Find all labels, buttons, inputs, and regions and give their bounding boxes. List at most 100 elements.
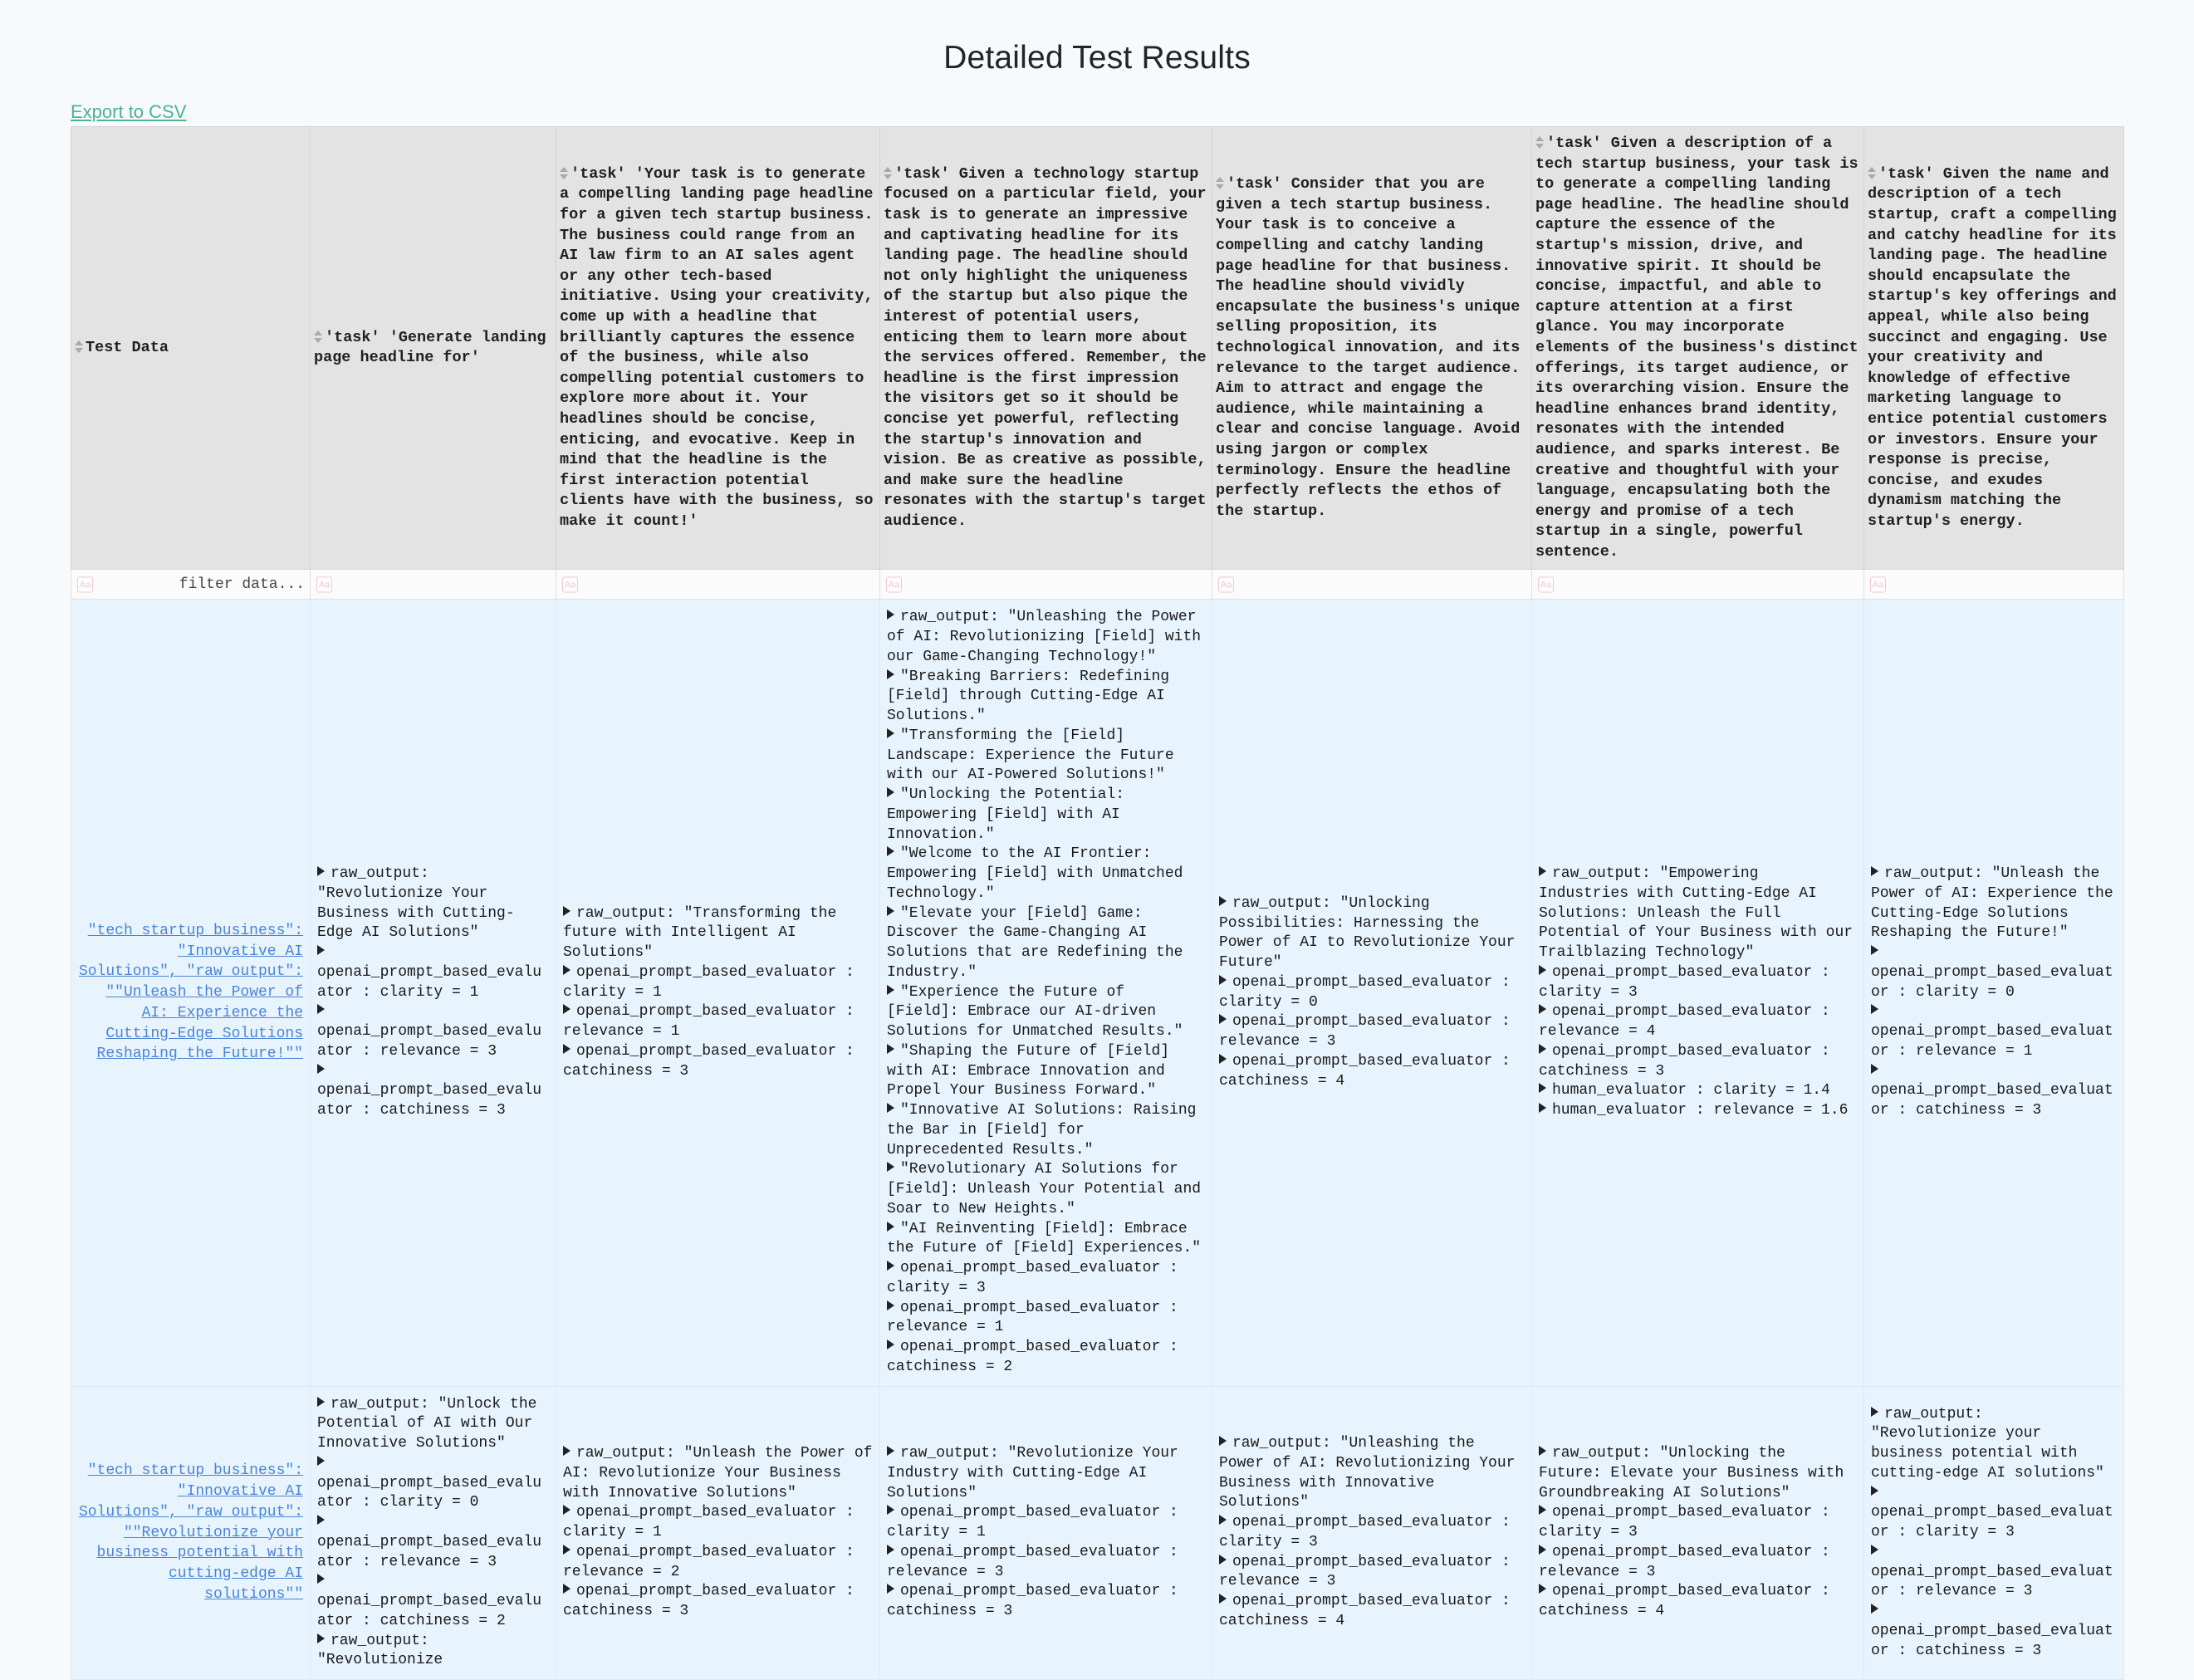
expand-triangle-icon[interactable] bbox=[563, 964, 571, 975]
export-to-csv-link[interactable]: Export to CSV bbox=[71, 101, 186, 122]
expand-triangle-icon[interactable] bbox=[317, 945, 325, 956]
expand-triangle-icon[interactable] bbox=[1219, 895, 1227, 906]
expand-triangle-icon[interactable] bbox=[887, 1505, 894, 1516]
expand-triangle-icon[interactable] bbox=[887, 1221, 894, 1232]
filter-cell-col5[interactable]: Aa bbox=[1531, 569, 1864, 600]
test-data-link[interactable]: "tech_startup_business": "Innovative AI … bbox=[79, 923, 303, 1063]
expand-triangle-icon[interactable] bbox=[1539, 1103, 1546, 1114]
expand-triangle-icon[interactable] bbox=[317, 866, 325, 877]
expand-triangle-icon[interactable] bbox=[1539, 1584, 1546, 1594]
expand-triangle-icon[interactable] bbox=[317, 1063, 325, 1074]
column-header-col6[interactable]: 'task' Given the name and description of… bbox=[1863, 125, 2124, 571]
column-header-col1[interactable]: 'task' 'Generate landing page headline f… bbox=[310, 125, 556, 571]
expand-triangle-icon[interactable] bbox=[887, 1043, 894, 1054]
expand-triangle-icon[interactable] bbox=[563, 1446, 571, 1457]
aa-icon: Aa bbox=[1218, 576, 1234, 593]
result-cell: raw_output: "Unleashing the Power of AI:… bbox=[879, 599, 1212, 1387]
result-item-text: raw_output: "Empowering Industries with … bbox=[1539, 865, 1854, 962]
expand-triangle-icon[interactable] bbox=[887, 1261, 894, 1271]
expand-triangle-icon[interactable] bbox=[1219, 1594, 1227, 1604]
results-table-scroll[interactable]: Test Data 'task' 'Generate landing page … bbox=[0, 125, 2194, 1680]
result-cell: raw_output: "Revolutionize Your Industry… bbox=[879, 1385, 1212, 1680]
expand-triangle-icon[interactable] bbox=[887, 1544, 894, 1555]
expand-triangle-icon[interactable] bbox=[1539, 866, 1546, 877]
column-header-col3[interactable]: 'task' Given a technology startup focuse… bbox=[879, 125, 1212, 571]
expand-triangle-icon[interactable] bbox=[887, 984, 894, 995]
expand-triangle-icon[interactable] bbox=[1219, 1053, 1227, 1064]
expand-triangle-icon[interactable] bbox=[317, 1396, 325, 1407]
expand-triangle-icon[interactable] bbox=[1871, 1544, 1878, 1555]
column-header-col5[interactable]: 'task' Given a description of a tech sta… bbox=[1531, 125, 1864, 571]
expand-triangle-icon[interactable] bbox=[1539, 964, 1546, 975]
expand-triangle-icon[interactable] bbox=[317, 1633, 325, 1643]
filter-cell-col2[interactable]: Aa bbox=[556, 569, 880, 600]
expand-triangle-icon[interactable] bbox=[563, 1004, 571, 1015]
sort-updown-icon[interactable] bbox=[1216, 176, 1225, 190]
expand-triangle-icon[interactable] bbox=[563, 1043, 571, 1054]
expand-triangle-icon[interactable] bbox=[1871, 1063, 1878, 1074]
test-data-cell[interactable]: "tech_startup_business": "Innovative AI … bbox=[71, 1385, 311, 1680]
expand-triangle-icon[interactable] bbox=[1219, 1014, 1227, 1025]
expand-triangle-icon[interactable] bbox=[887, 610, 894, 620]
expand-triangle-icon[interactable] bbox=[887, 1584, 894, 1594]
expand-triangle-icon[interactable] bbox=[1219, 974, 1227, 985]
expand-triangle-icon[interactable] bbox=[1539, 1043, 1546, 1054]
expand-triangle-icon[interactable] bbox=[1539, 1446, 1546, 1457]
expand-triangle-icon[interactable] bbox=[1871, 1485, 1878, 1496]
filter-cell-col3[interactable]: Aa bbox=[879, 569, 1212, 600]
expand-triangle-icon[interactable] bbox=[887, 1162, 894, 1173]
expand-triangle-icon[interactable] bbox=[887, 1340, 894, 1350]
expand-triangle-icon[interactable] bbox=[563, 1584, 571, 1594]
expand-triangle-icon[interactable] bbox=[887, 846, 894, 857]
filter-cell-col4[interactable]: Aa bbox=[1212, 569, 1532, 600]
filter-input-test-data[interactable]: filter data... bbox=[179, 576, 305, 593]
expand-triangle-icon[interactable] bbox=[1871, 1604, 1878, 1614]
result-item-text: openai_prompt_based_evaluator : relevanc… bbox=[1219, 1013, 1511, 1051]
filter-cell-col1[interactable]: Aa bbox=[310, 569, 556, 600]
expand-triangle-icon[interactable] bbox=[317, 1574, 325, 1584]
expand-triangle-icon[interactable] bbox=[317, 1455, 325, 1466]
expand-triangle-icon[interactable] bbox=[887, 1300, 894, 1310]
sort-updown-icon[interactable] bbox=[1868, 166, 1877, 180]
expand-triangle-icon[interactable] bbox=[317, 1515, 325, 1526]
column-header-col2[interactable]: 'task' 'Your task is to generate a compe… bbox=[556, 125, 880, 571]
sort-updown-icon[interactable] bbox=[1535, 135, 1545, 149]
filter-row: Aa filter data... Aa Aa Aa Aa Aa Aa bbox=[71, 569, 2124, 600]
expand-triangle-icon[interactable] bbox=[1539, 1544, 1546, 1555]
expand-triangle-icon[interactable] bbox=[1539, 1004, 1546, 1015]
column-header-test-data[interactable]: Test Data bbox=[71, 125, 311, 571]
detailed-test-results-page: Detailed Test Results Export to CSV Test… bbox=[0, 0, 2194, 1680]
expand-triangle-icon[interactable] bbox=[1219, 1515, 1227, 1526]
result-item-text: openai_prompt_based_evaluator : clarity … bbox=[1219, 1514, 1511, 1550]
column-header-col4[interactable]: 'task' Consider that you are given a tec… bbox=[1212, 125, 1532, 571]
expand-triangle-icon[interactable] bbox=[1871, 866, 1878, 877]
test-data-link[interactable]: "tech_startup_business": "Innovative AI … bbox=[79, 1462, 303, 1603]
aa-icon: Aa bbox=[1538, 576, 1554, 593]
expand-triangle-icon[interactable] bbox=[1539, 1505, 1546, 1516]
expand-triangle-icon[interactable] bbox=[317, 1004, 325, 1015]
expand-triangle-icon[interactable] bbox=[1539, 1083, 1546, 1094]
expand-triangle-icon[interactable] bbox=[563, 905, 571, 916]
expand-triangle-icon[interactable] bbox=[1871, 945, 1878, 956]
sort-updown-icon[interactable] bbox=[560, 166, 569, 180]
filter-cell-test-data[interactable]: Aa filter data... bbox=[71, 569, 311, 600]
expand-triangle-icon[interactable] bbox=[887, 787, 894, 798]
expand-triangle-icon[interactable] bbox=[887, 1446, 894, 1457]
expand-triangle-icon[interactable] bbox=[887, 1103, 894, 1114]
sort-updown-icon[interactable] bbox=[314, 330, 323, 344]
expand-triangle-icon[interactable] bbox=[1219, 1436, 1227, 1447]
sort-updown-icon[interactable] bbox=[75, 340, 84, 354]
expand-triangle-icon[interactable] bbox=[1871, 1406, 1878, 1417]
test-data-cell[interactable]: "tech_startup_business": "Innovative AI … bbox=[71, 599, 311, 1387]
result-item: openai_prompt_based_evaluator : relevanc… bbox=[1871, 1002, 2117, 1061]
expand-triangle-icon[interactable] bbox=[1871, 1004, 1878, 1015]
result-item-text: openai_prompt_based_evaluator : clarity … bbox=[887, 1504, 1178, 1541]
expand-triangle-icon[interactable] bbox=[563, 1505, 571, 1516]
sort-updown-icon[interactable] bbox=[884, 166, 893, 180]
expand-triangle-icon[interactable] bbox=[563, 1544, 571, 1555]
expand-triangle-icon[interactable] bbox=[887, 727, 894, 738]
expand-triangle-icon[interactable] bbox=[887, 669, 894, 679]
filter-cell-col6[interactable]: Aa bbox=[1863, 569, 2124, 600]
expand-triangle-icon[interactable] bbox=[1219, 1554, 1227, 1565]
expand-triangle-icon[interactable] bbox=[887, 905, 894, 916]
